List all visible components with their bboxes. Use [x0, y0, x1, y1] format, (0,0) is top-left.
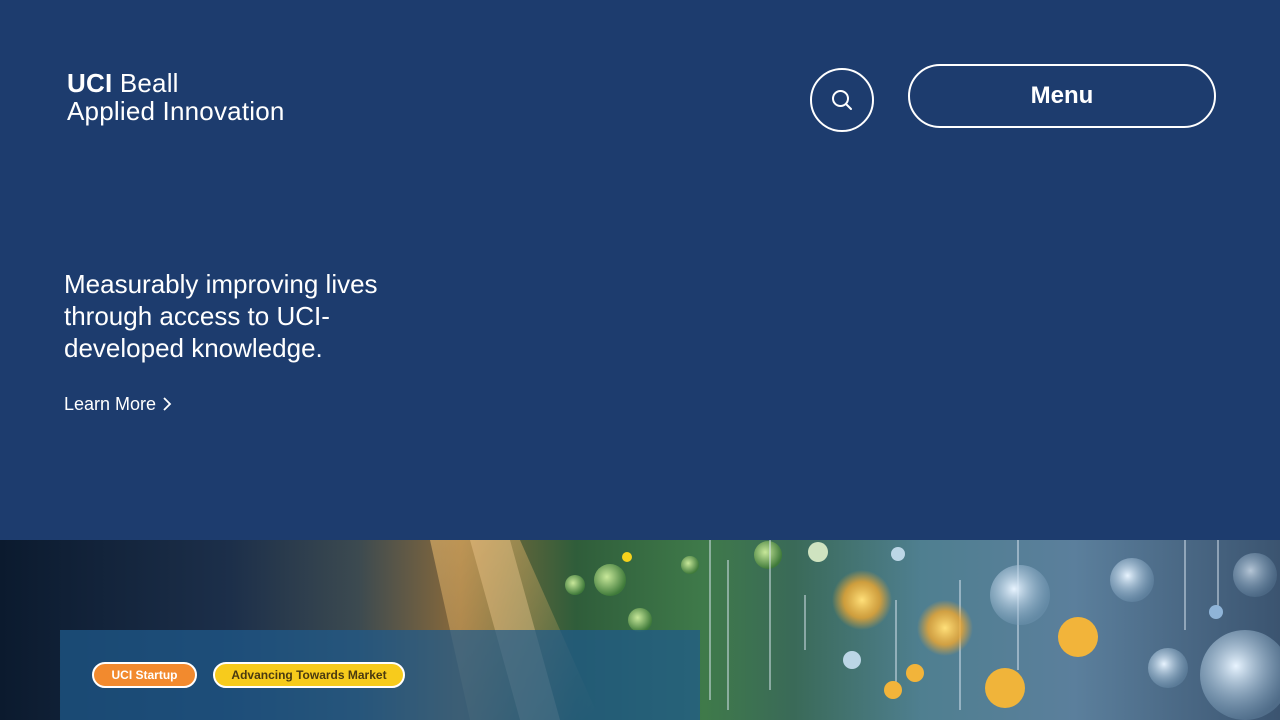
- site-logo[interactable]: UCI Beall Applied Innovation: [67, 70, 327, 126]
- search-button[interactable]: [810, 68, 874, 132]
- tag-advancing-towards-market[interactable]: Advancing Towards Market: [213, 662, 405, 688]
- chevron-right-icon: [163, 397, 172, 411]
- feature-card[interactable]: UCI Startup Advancing Towards Market: [60, 630, 700, 720]
- search-icon: [832, 90, 852, 110]
- logo-line-2: Applied Innovation: [67, 96, 285, 126]
- logo-line-1: UCI Beall: [67, 70, 327, 96]
- logo-uci: UCI: [67, 68, 113, 98]
- hero-headline: Measurably improving lives through acces…: [64, 269, 378, 363]
- learn-more-label: Learn More: [64, 394, 157, 414]
- tag-uci-startup[interactable]: UCI Startup: [92, 662, 197, 688]
- menu-button[interactable]: Menu: [908, 64, 1216, 128]
- feature-banner[interactable]: UCI Startup Advancing Towards Market: [0, 540, 1280, 720]
- logo-beall: Beall: [119, 68, 179, 98]
- learn-more-link[interactable]: Learn More: [64, 393, 172, 415]
